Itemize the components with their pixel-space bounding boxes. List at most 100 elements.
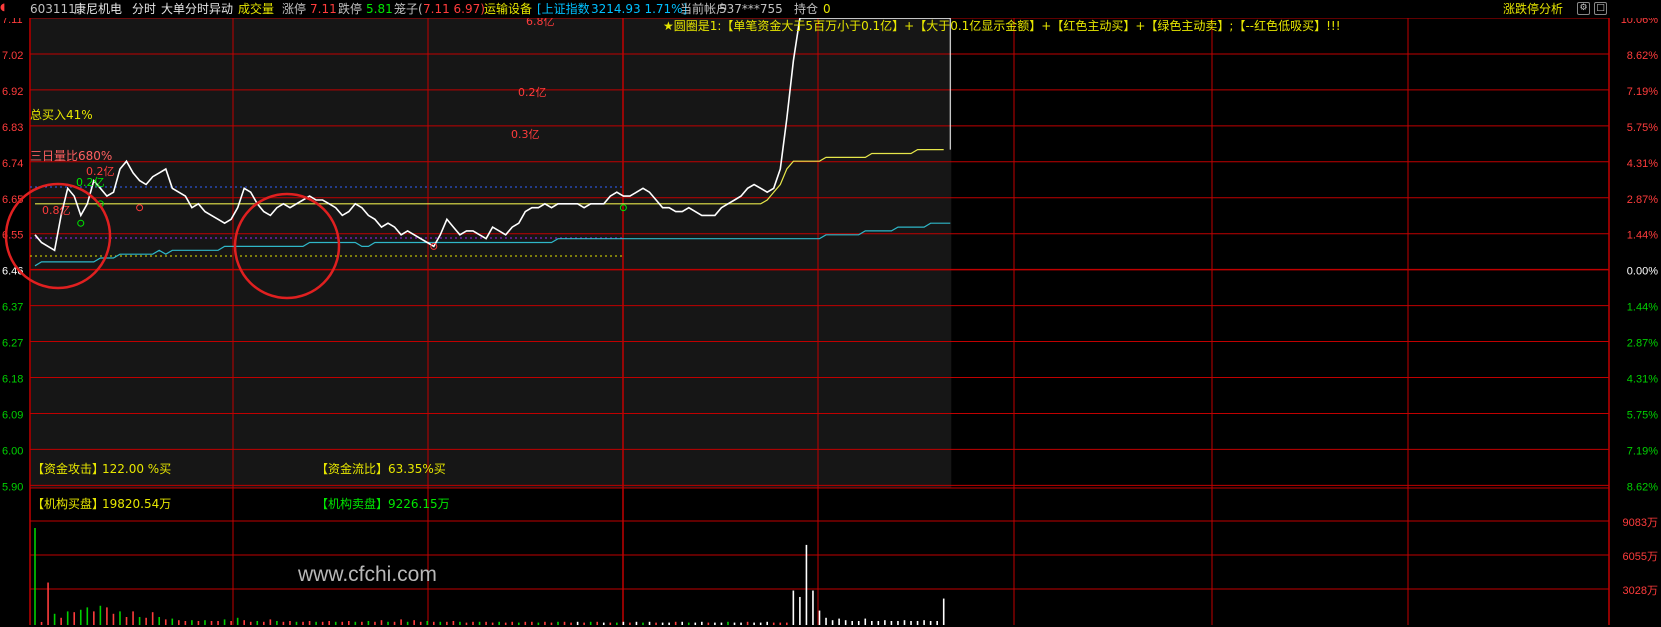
- index-label[interactable]: [上证指数: [537, 1, 590, 17]
- volume-bar: [334, 621, 337, 625]
- volume-bar: [504, 622, 507, 625]
- limit-analysis-button[interactable]: 涨跌停分析: [1503, 1, 1563, 17]
- volume-bar: [596, 621, 599, 625]
- sector-link[interactable]: 运输设备: [484, 1, 532, 17]
- volume-bar: [236, 617, 239, 625]
- window-toggle-button[interactable]: □: [1594, 2, 1607, 15]
- up-limit-value: 7.11: [310, 2, 337, 16]
- volume-bar: [537, 622, 540, 625]
- volume-bar: [223, 619, 226, 625]
- volume-bar: [884, 620, 886, 625]
- volume-bar: [805, 544, 808, 625]
- indicator-name[interactable]: 大单分时异动: [161, 1, 233, 17]
- volume-bar: [289, 620, 291, 625]
- fund-flow-label: 【资金流比】: [316, 462, 389, 476]
- down-limit-label: 跌停: [338, 2, 363, 16]
- volume-bar: [563, 621, 566, 625]
- menu-corner-icon[interactable]: ◖: [0, 0, 5, 16]
- volume-bar: [609, 622, 612, 625]
- inst-buy-label: 【机构买盘】: [32, 497, 105, 511]
- up-limit-label: 涨停: [282, 2, 307, 16]
- y-tick-left: 6.18: [2, 374, 23, 386]
- volume-bar: [491, 622, 494, 625]
- volume-tick: 3028万: [1623, 585, 1658, 597]
- volume-bar: [282, 621, 285, 625]
- volume-bar: [230, 620, 232, 625]
- volume-bar: [589, 621, 592, 625]
- volume-bar: [511, 621, 514, 625]
- down-limit-value: 5.81: [366, 2, 393, 16]
- volume-bar: [374, 621, 376, 625]
- volume-bar: [831, 620, 834, 625]
- volume-bar: [661, 622, 664, 625]
- volume-bar: [772, 622, 775, 625]
- volume-bar: [217, 620, 219, 625]
- volume-bar: [916, 620, 919, 625]
- fund-flow-value: 63.35%买: [388, 462, 446, 476]
- volume-bar: [191, 620, 193, 625]
- volume-bar: [531, 621, 533, 625]
- y-tick-left: 6.74: [2, 158, 23, 170]
- y-tick-left: 6.83: [2, 122, 23, 134]
- volume-bar: [838, 618, 840, 625]
- plot-shade: [31, 18, 952, 488]
- volume-bar: [478, 621, 481, 625]
- index-value: 3214.93 1.71%]: [591, 2, 688, 16]
- volume-bar: [367, 620, 370, 625]
- volume-bar: [766, 621, 768, 625]
- volume-bar: [446, 621, 448, 625]
- volume-bar: [269, 619, 272, 625]
- volume-bar: [73, 612, 76, 625]
- volume-bar: [34, 528, 36, 625]
- volume-bar: [857, 620, 860, 625]
- volume-bar: [642, 622, 644, 625]
- volume-bar: [419, 621, 422, 625]
- volume-bar: [328, 620, 330, 625]
- y-tick-left: 6.92: [2, 86, 23, 98]
- volume-bar: [694, 622, 697, 625]
- volume-bar: [106, 607, 108, 625]
- volume-bar: [40, 621, 43, 625]
- volume-bar: [818, 610, 821, 625]
- volume-bar: [910, 620, 912, 625]
- fund-attack-label: 【资金攻击】: [32, 462, 105, 476]
- volume-bar: [687, 622, 690, 625]
- volume-bar: [79, 609, 82, 625]
- y-tick-right: 2.87%: [1627, 338, 1658, 350]
- volume-ratio-label: 三日量比680%: [30, 149, 113, 163]
- volume-bar: [890, 620, 893, 625]
- volume-bar: [622, 621, 625, 625]
- volume-bar: [380, 620, 383, 625]
- volume-bar: [635, 621, 638, 625]
- volume-bar: [400, 619, 402, 625]
- volume-bar: [792, 590, 795, 625]
- volume-bar: [740, 622, 742, 625]
- volume-label: 成交量: [238, 2, 275, 16]
- volume-bar: [825, 617, 827, 625]
- view-mode-tab[interactable]: 分时: [132, 1, 156, 17]
- volume-bar: [903, 620, 906, 625]
- stock-name: 康尼机电: [74, 2, 123, 16]
- volume-bar: [871, 620, 873, 625]
- settings-button[interactable]: ⚙: [1577, 2, 1590, 15]
- stock-code: 603111: [30, 2, 76, 16]
- y-tick-right: 5.75%: [1627, 122, 1658, 134]
- volume-bar: [583, 622, 585, 625]
- position-value: 0: [823, 2, 831, 16]
- volume-bar: [210, 620, 213, 625]
- volume-bar: [60, 617, 62, 625]
- volume-bar: [701, 621, 703, 625]
- volume-bar: [86, 607, 89, 625]
- volume-bar: [204, 620, 206, 625]
- account-value: 537***755: [719, 2, 783, 16]
- y-tick-left: 7.02: [2, 50, 23, 62]
- volume-bar: [517, 622, 520, 625]
- volume-bar: [393, 621, 396, 625]
- y-tick-right: 4.31%: [1627, 374, 1658, 386]
- volume-bar: [197, 620, 200, 625]
- volume-bar: [759, 622, 762, 625]
- cage-label: 笼子(: [394, 2, 423, 16]
- volume-bar: [354, 621, 357, 625]
- intraday-chart[interactable]: 7.117.026.926.836.746.656.556.466.376.27…: [0, 0, 1661, 627]
- flow-amount-label: 0.2亿: [518, 86, 547, 99]
